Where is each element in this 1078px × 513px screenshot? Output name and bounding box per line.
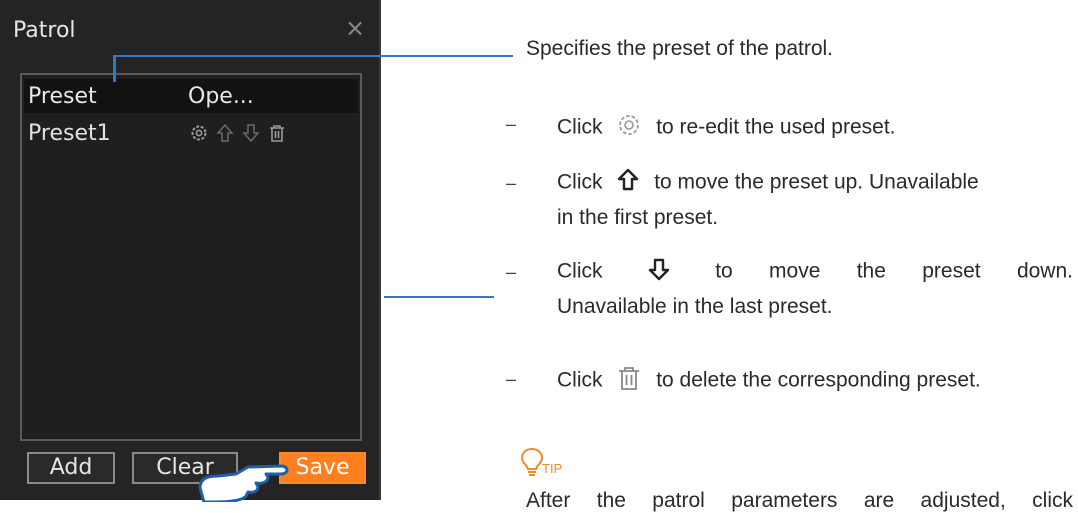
- gear-icon[interactable]: [189, 123, 209, 143]
- close-icon[interactable]: ×: [341, 14, 369, 42]
- callout-line-top: [113, 55, 513, 57]
- dialog-title: Patrol: [13, 18, 76, 43]
- lightbulb-icon: TIP: [520, 447, 580, 477]
- column-header-operation: Ope...: [188, 84, 254, 109]
- patrol-dialog: Patrol × Preset Ope... Preset1 Add Clear…: [0, 0, 381, 502]
- annotation-item: Click to move the preset down. Unavailab…: [557, 257, 1073, 319]
- column-header-preset: Preset: [28, 84, 97, 109]
- trash-icon[interactable]: [267, 123, 287, 143]
- arrow-up-icon: [616, 168, 640, 198]
- annotation-item: Click to move the preset up. Unavailable…: [557, 168, 1073, 230]
- annotation-item: Click to re-edit the used preset.: [557, 112, 896, 144]
- tip-label: TIP: [542, 461, 563, 476]
- tip-text: After the patrol parameters are adjusted…: [526, 489, 1073, 512]
- bullet-dash: –: [506, 369, 517, 389]
- list-header: Preset Ope...: [24, 79, 358, 113]
- preset-name: Preset1: [28, 121, 111, 146]
- bullet-dash: –: [506, 114, 517, 134]
- pointing-hand-icon: [198, 464, 289, 502]
- arrow-down-icon[interactable]: [241, 123, 261, 143]
- arrow-down-icon: [647, 257, 671, 287]
- bullet-dash: –: [506, 262, 517, 282]
- bullet-dash: –: [506, 173, 517, 193]
- trash-icon: [616, 365, 642, 397]
- annotation-item: Click to delete the corresponding preset…: [557, 365, 981, 397]
- gear-icon: [616, 112, 642, 144]
- add-button[interactable]: Add: [27, 452, 115, 484]
- callout-line-middle: [384, 296, 494, 298]
- row-actions: [189, 123, 287, 145]
- arrow-up-icon[interactable]: [215, 123, 235, 143]
- preset-list: Preset Ope... Preset1: [20, 73, 362, 441]
- callout-line-top: [113, 56, 116, 82]
- table-row[interactable]: Preset1: [24, 117, 358, 149]
- preset-description: Specifies the preset of the patrol.: [526, 37, 834, 60]
